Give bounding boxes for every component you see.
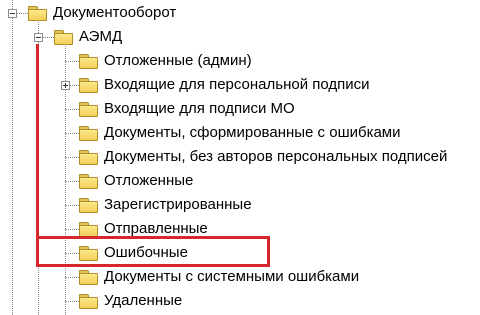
folder-icon — [79, 102, 98, 117]
tree-node-label: Документооборот — [53, 4, 177, 21]
folder-icon — [28, 6, 47, 21]
tree-node-system-errors[interactable]: Документы с системными ошибками — [79, 265, 359, 289]
folder-icon — [79, 270, 98, 285]
folder-icon — [79, 246, 98, 261]
tree-node-label: Документы с системными ошибками — [104, 268, 360, 285]
tree-node-label: Удаленные — [104, 292, 183, 309]
folder-icon — [79, 78, 98, 93]
tree-line — [38, 22, 39, 315]
tree-node-documents-with-errors[interactable]: Документы, сформированные с ошибками — [79, 121, 401, 145]
tree-node-label: Входящие для подписи МО — [104, 100, 295, 117]
tree-line — [65, 181, 79, 182]
folder-icon — [79, 150, 98, 165]
tree-node-label: Отправленные — [104, 220, 208, 237]
tree-node-postponed-admin[interactable]: Отложенные (админ) — [79, 49, 252, 73]
tree-node-incoming-mo-signature[interactable]: Входящие для подписи МО — [79, 97, 295, 121]
tree-node-label: Документы, без авторов персональных подп… — [104, 148, 448, 165]
collapse-root-icon[interactable] — [8, 9, 17, 18]
collapse-aemd-icon[interactable] — [34, 33, 43, 42]
tree-node-postponed[interactable]: Отложенные — [79, 169, 193, 193]
tree-line — [65, 109, 79, 110]
tree-line — [65, 205, 79, 206]
tree-node-label: Входящие для персональной подписи — [104, 76, 370, 93]
folder-icon — [79, 294, 98, 309]
folder-icon — [54, 30, 73, 45]
tree-line — [65, 253, 79, 254]
tree-node-sent[interactable]: Отправленные — [79, 217, 208, 241]
folder-icon — [79, 174, 98, 189]
tree-node-label: Отложенные (админ) — [104, 52, 252, 69]
folder-icon — [79, 198, 98, 213]
tree-node-aemd[interactable]: АЭМД — [54, 25, 122, 49]
tree-node-deleted[interactable]: Удаленные — [79, 289, 182, 313]
expand-incoming-personal-icon[interactable] — [61, 81, 70, 90]
folder-icon — [79, 126, 98, 141]
tree-node-label: Ошибочные — [104, 244, 188, 261]
tree-node-incoming-personal-signature[interactable]: Входящие для персональной подписи — [79, 73, 370, 97]
tree-line — [65, 61, 79, 62]
tree-node-documents-without-authors[interactable]: Документы, без авторов персональных подп… — [79, 145, 447, 169]
tree-node-label: Отложенные — [104, 172, 194, 189]
tree-node-label: Зарегистрированные — [104, 196, 252, 213]
tree-node-erroneous[interactable]: Ошибочные — [79, 241, 188, 265]
tree-line — [65, 277, 79, 278]
tree-line — [65, 133, 79, 134]
tree-node-root[interactable]: Документооборот — [28, 1, 176, 25]
tree-line — [12, 0, 13, 315]
tree-node-registered[interactable]: Зарегистрированные — [79, 193, 252, 217]
tree-node-label: АЭМД — [79, 28, 123, 45]
tree-line — [65, 229, 79, 230]
tree-line — [65, 301, 79, 302]
tree-line — [65, 157, 79, 158]
folder-icon — [79, 222, 98, 237]
folder-icon — [79, 54, 98, 69]
tree-node-label: Документы, сформированные с ошибками — [104, 124, 401, 141]
